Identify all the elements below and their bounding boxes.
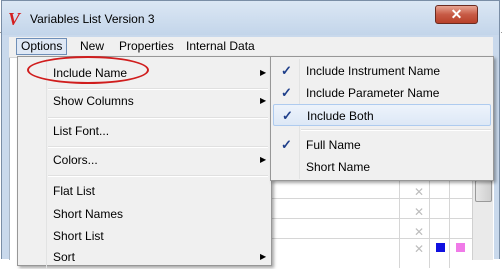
submenu-arrow-icon: ▶ — [260, 155, 267, 164]
check-icon: ✓ — [281, 85, 292, 100]
menu-item-short-list[interactable]: Short List — [20, 225, 269, 247]
grid-line — [272, 198, 472, 199]
menu-properties[interactable]: Properties — [115, 39, 178, 54]
menu-bar: Options New Properties Internal Data — [9, 37, 493, 58]
submenu-arrow-icon: ▶ — [260, 252, 267, 261]
include-name-submenu: ✓ Include Instrument Name ✓ Include Para… — [270, 56, 494, 181]
submenu-item-include-parameter-name[interactable]: ✓ Include Parameter Name — [273, 82, 491, 104]
menu-item-short-names[interactable]: Short Names — [20, 203, 269, 225]
close-button[interactable]: ✕ — [435, 5, 478, 24]
menu-new[interactable]: New — [76, 39, 108, 54]
empty-cell-x-icon: ✕ — [414, 185, 425, 199]
vertical-scrollbar[interactable] — [472, 176, 493, 260]
submenu-arrow-icon: ▶ — [260, 68, 267, 77]
submenu-item-label: Full Name — [306, 138, 361, 152]
menu-item-label: Colors... — [53, 153, 98, 167]
menu-item-list-font[interactable]: List Font... — [20, 120, 269, 142]
grid-line — [429, 178, 430, 268]
empty-cell-x-icon: ✕ — [414, 225, 425, 239]
empty-cell-x-icon: ✕ — [414, 242, 425, 256]
menu-item-flat-list[interactable]: Flat List — [20, 180, 269, 202]
menu-item-label: Short List — [53, 229, 104, 243]
menu-item-label: List Font... — [53, 124, 110, 138]
submenu-item-short-name[interactable]: Short Name — [273, 156, 491, 178]
scrollbar-thumb[interactable] — [475, 180, 492, 202]
menu-item-label: Show Columns — [53, 94, 134, 108]
menu-separator — [48, 175, 268, 177]
submenu-item-include-both[interactable]: ✓ Include Both — [273, 104, 491, 126]
submenu-item-full-name[interactable]: ✓ Full Name — [273, 134, 491, 156]
menu-separator — [48, 117, 268, 119]
check-icon: ✓ — [281, 63, 292, 78]
menu-separator — [301, 129, 491, 131]
menu-separator — [48, 146, 268, 148]
check-icon: ✓ — [281, 137, 292, 152]
menu-internal-data[interactable]: Internal Data — [182, 39, 259, 54]
submenu-item-label: Short Name — [306, 160, 371, 174]
menu-item-show-columns[interactable]: Show Columns ▶ — [20, 90, 269, 112]
submenu-item-label: Include Parameter Name — [306, 86, 440, 100]
empty-cell-x-icon: ✕ — [414, 205, 425, 219]
menu-item-label: Short Names — [53, 207, 124, 221]
submenu-item-label: Include Instrument Name — [306, 64, 441, 78]
grid-line — [272, 218, 472, 219]
menu-item-label: Flat List — [53, 184, 96, 198]
menu-item-sort[interactable]: Sort ▶ — [20, 246, 269, 268]
annotation-highlight-ellipse — [27, 56, 149, 84]
blue-color-square-icon[interactable] — [436, 243, 445, 252]
grid-line — [272, 238, 472, 239]
grid-line — [399, 178, 400, 268]
menu-item-colors[interactable]: Colors... ▶ — [20, 149, 269, 171]
options-dropdown-menu: Include Name ▶ Show Columns ▶ List Font.… — [17, 56, 272, 269]
pink-color-square-icon[interactable] — [456, 243, 465, 252]
grid-line — [449, 178, 450, 268]
submenu-arrow-icon: ▶ — [260, 96, 267, 105]
submenu-item-include-instrument-name[interactable]: ✓ Include Instrument Name — [273, 60, 491, 82]
submenu-item-label: Include Both — [307, 109, 374, 123]
title-bar[interactable]: V Variables List Version 3 ✕ — [2, 1, 499, 35]
window-title: Variables List Version 3 — [30, 12, 155, 26]
check-icon: ✓ — [282, 108, 293, 123]
menu-item-label: Sort — [53, 250, 76, 264]
app-logo-icon: V — [8, 9, 21, 29]
menu-options[interactable]: Options — [16, 38, 68, 55]
